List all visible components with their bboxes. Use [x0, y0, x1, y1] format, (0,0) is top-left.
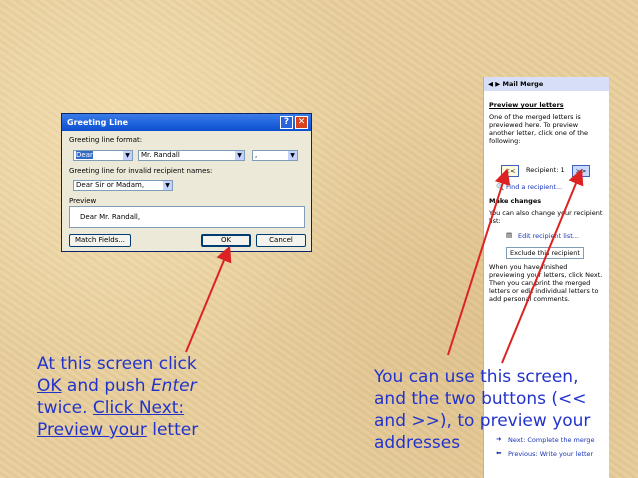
- desc2-line2: list:: [489, 217, 501, 225]
- chevron-down-icon[interactable]: ▼: [123, 151, 132, 160]
- desc1-line1: One of the merged letters is: [489, 113, 581, 121]
- edit-list-icon: ▤: [506, 231, 513, 239]
- caption-left-text4: letter: [146, 420, 199, 440]
- format-label: Greeting line format:: [69, 136, 143, 144]
- match-fields-button[interactable]: Match Fields...: [69, 234, 131, 247]
- dialog-title: Greeting Line: [67, 118, 129, 127]
- preview-label: Preview: [69, 197, 97, 205]
- desc3-line3: Then you can print the merged: [489, 279, 591, 287]
- right-caption: You can use this screen, and the two but…: [374, 366, 636, 454]
- desc3-line1: When you have finished: [489, 263, 568, 271]
- exclude-recipient-button[interactable]: Exclude this recipient: [506, 247, 584, 259]
- chevron-down-icon[interactable]: ▼: [163, 181, 172, 190]
- next-recipient-button[interactable]: >>: [572, 165, 590, 177]
- desc3-line5: add personal comments.: [489, 295, 570, 303]
- edit-recipient-list-link[interactable]: Edit recipient list...: [518, 232, 579, 240]
- previous-recipient-button[interactable]: <<: [501, 165, 519, 177]
- desc1-line3: another letter, click one of the: [489, 129, 588, 137]
- greeting-line-dialog: Greeting Line ? ✕ Greeting line format: …: [61, 113, 312, 252]
- caption-right-line3: and >>), to preview your: [374, 411, 591, 431]
- pane-header: ◀ ▶ Mail Merge: [484, 77, 609, 91]
- help-button[interactable]: ?: [280, 116, 293, 129]
- find-icon: 🔍: [496, 183, 505, 191]
- back-icon[interactable]: ◀: [488, 80, 493, 88]
- pane-title: Mail Merge: [502, 80, 544, 88]
- left-caption: At this screen click OK and push Enter t…: [37, 353, 252, 441]
- desc1-line2: previewed here. To preview: [489, 121, 579, 129]
- section-make-changes: Make changes: [489, 197, 542, 205]
- close-button[interactable]: ✕: [295, 116, 308, 129]
- find-recipient-link[interactable]: Find a recipient...: [506, 183, 562, 191]
- desc1-line4: following:: [489, 137, 521, 145]
- dialog-titlebar: Greeting Line ? ✕: [62, 114, 311, 131]
- desc2-line1: You can also change your recipient: [489, 209, 603, 217]
- arrow-to-ok-button: [185, 245, 232, 353]
- punctuation-combo[interactable]: , ▼: [252, 150, 298, 161]
- forward-icon[interactable]: ▶: [495, 80, 500, 88]
- salutation-combo[interactable]: Dear ▼: [73, 150, 133, 161]
- caption-click-next: Click Next:: [92, 398, 185, 418]
- invalid-names-label: Greeting line for invalid recipient name…: [69, 167, 213, 175]
- caption-left-text3: twice.: [37, 398, 93, 418]
- name-format-value: Mr. Randall: [141, 151, 180, 159]
- caption-right-line4: addresses: [374, 433, 461, 453]
- preview-box: Dear Mr. Randall,: [69, 206, 305, 228]
- name-format-combo[interactable]: Mr. Randall ▼: [138, 150, 245, 161]
- punctuation-value: ,: [255, 151, 258, 159]
- section-preview-letters: Preview your letters: [489, 101, 564, 109]
- cancel-button[interactable]: Cancel: [256, 234, 306, 247]
- invalid-greeting-value: Dear Sir or Madam,: [76, 181, 145, 189]
- preview-text: Dear Mr. Randall,: [80, 213, 141, 221]
- chevron-down-icon[interactable]: ▼: [235, 151, 244, 160]
- ok-button[interactable]: OK: [201, 234, 251, 247]
- desc3-line2: previewing your letters, click Next.: [489, 271, 603, 279]
- caption-preview-your: Preview your: [37, 420, 147, 440]
- caption-right-line2: and the two buttons (<<: [374, 389, 587, 409]
- caption-left-text2: and push: [61, 376, 151, 396]
- caption-enter: Enter: [150, 376, 197, 396]
- caption-left-line1: At this screen click: [37, 354, 197, 374]
- recipient-indicator: Recipient: 1: [526, 166, 565, 174]
- caption-ok: OK: [37, 376, 62, 396]
- caption-right-line1: You can use this screen,: [374, 367, 579, 387]
- desc3-line4: letters or edit individual letters to: [489, 287, 599, 295]
- salutation-value: Dear: [76, 151, 93, 159]
- chevron-down-icon[interactable]: ▼: [288, 151, 297, 160]
- invalid-greeting-combo[interactable]: Dear Sir or Madam, ▼: [73, 180, 173, 191]
